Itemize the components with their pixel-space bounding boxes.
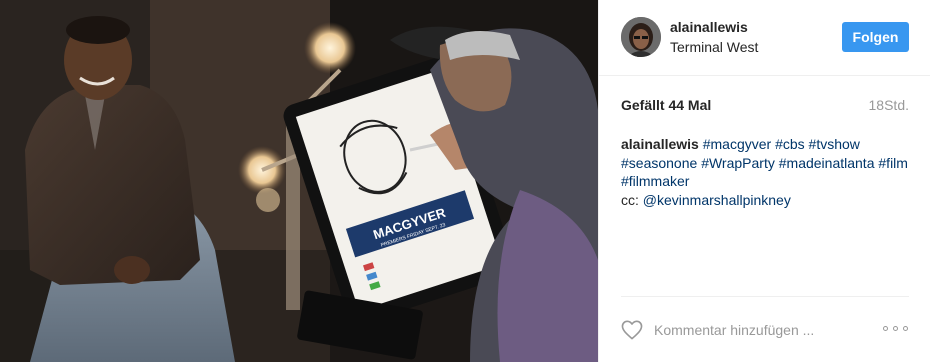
comment-bar — [621, 296, 909, 363]
hashtag-link[interactable]: #WrapParty — [701, 155, 775, 171]
cc-label: cc: — [621, 191, 639, 208]
photo-illustration: MACGYVER PREMIERS FRIDAY SEPT. 23 — [0, 0, 598, 362]
mention-link[interactable]: @kevinmarshallpinkney — [643, 192, 791, 208]
post-caption: alainallewis #macgyver #cbs #tvshow #sea… — [621, 135, 909, 209]
hashtag-link[interactable]: #tvshow — [809, 136, 860, 152]
username[interactable]: alainallewis — [670, 19, 748, 35]
hashtag-link[interactable]: #filmmaker — [621, 173, 689, 189]
hashtag-link[interactable]: #film — [878, 155, 908, 171]
hashtag-link[interactable]: #madeinatlanta — [779, 155, 875, 171]
avatar-image — [621, 17, 661, 57]
hashtag-link[interactable]: #seasonone — [621, 155, 697, 171]
post-stats: Gefällt 44 Mal 18Std. — [621, 97, 909, 117]
more-options-icon[interactable] — [883, 324, 909, 334]
post-side-panel: alainallewis Terminal West Folgen Gefäll… — [598, 0, 930, 362]
post-photo[interactable]: MACGYVER PREMIERS FRIDAY SEPT. 23 — [0, 0, 598, 362]
location[interactable]: Terminal West — [670, 39, 758, 55]
post-header: alainallewis Terminal West Folgen — [599, 0, 930, 76]
avatar[interactable] — [621, 17, 661, 57]
follow-button[interactable]: Folgen — [842, 22, 909, 52]
hashtag-link[interactable]: #cbs — [775, 136, 805, 152]
heart-icon[interactable] — [621, 320, 643, 340]
instagram-post: MACGYVER PREMIERS FRIDAY SEPT. 23 alaina… — [0, 0, 930, 362]
post-timestamp[interactable]: 18Std. — [869, 97, 909, 113]
hashtag-link[interactable]: #macgyver — [703, 136, 771, 152]
caption-username[interactable]: alainallewis — [621, 136, 699, 152]
likes-count[interactable]: Gefällt 44 Mal — [621, 97, 711, 113]
comment-input[interactable] — [654, 320, 854, 340]
